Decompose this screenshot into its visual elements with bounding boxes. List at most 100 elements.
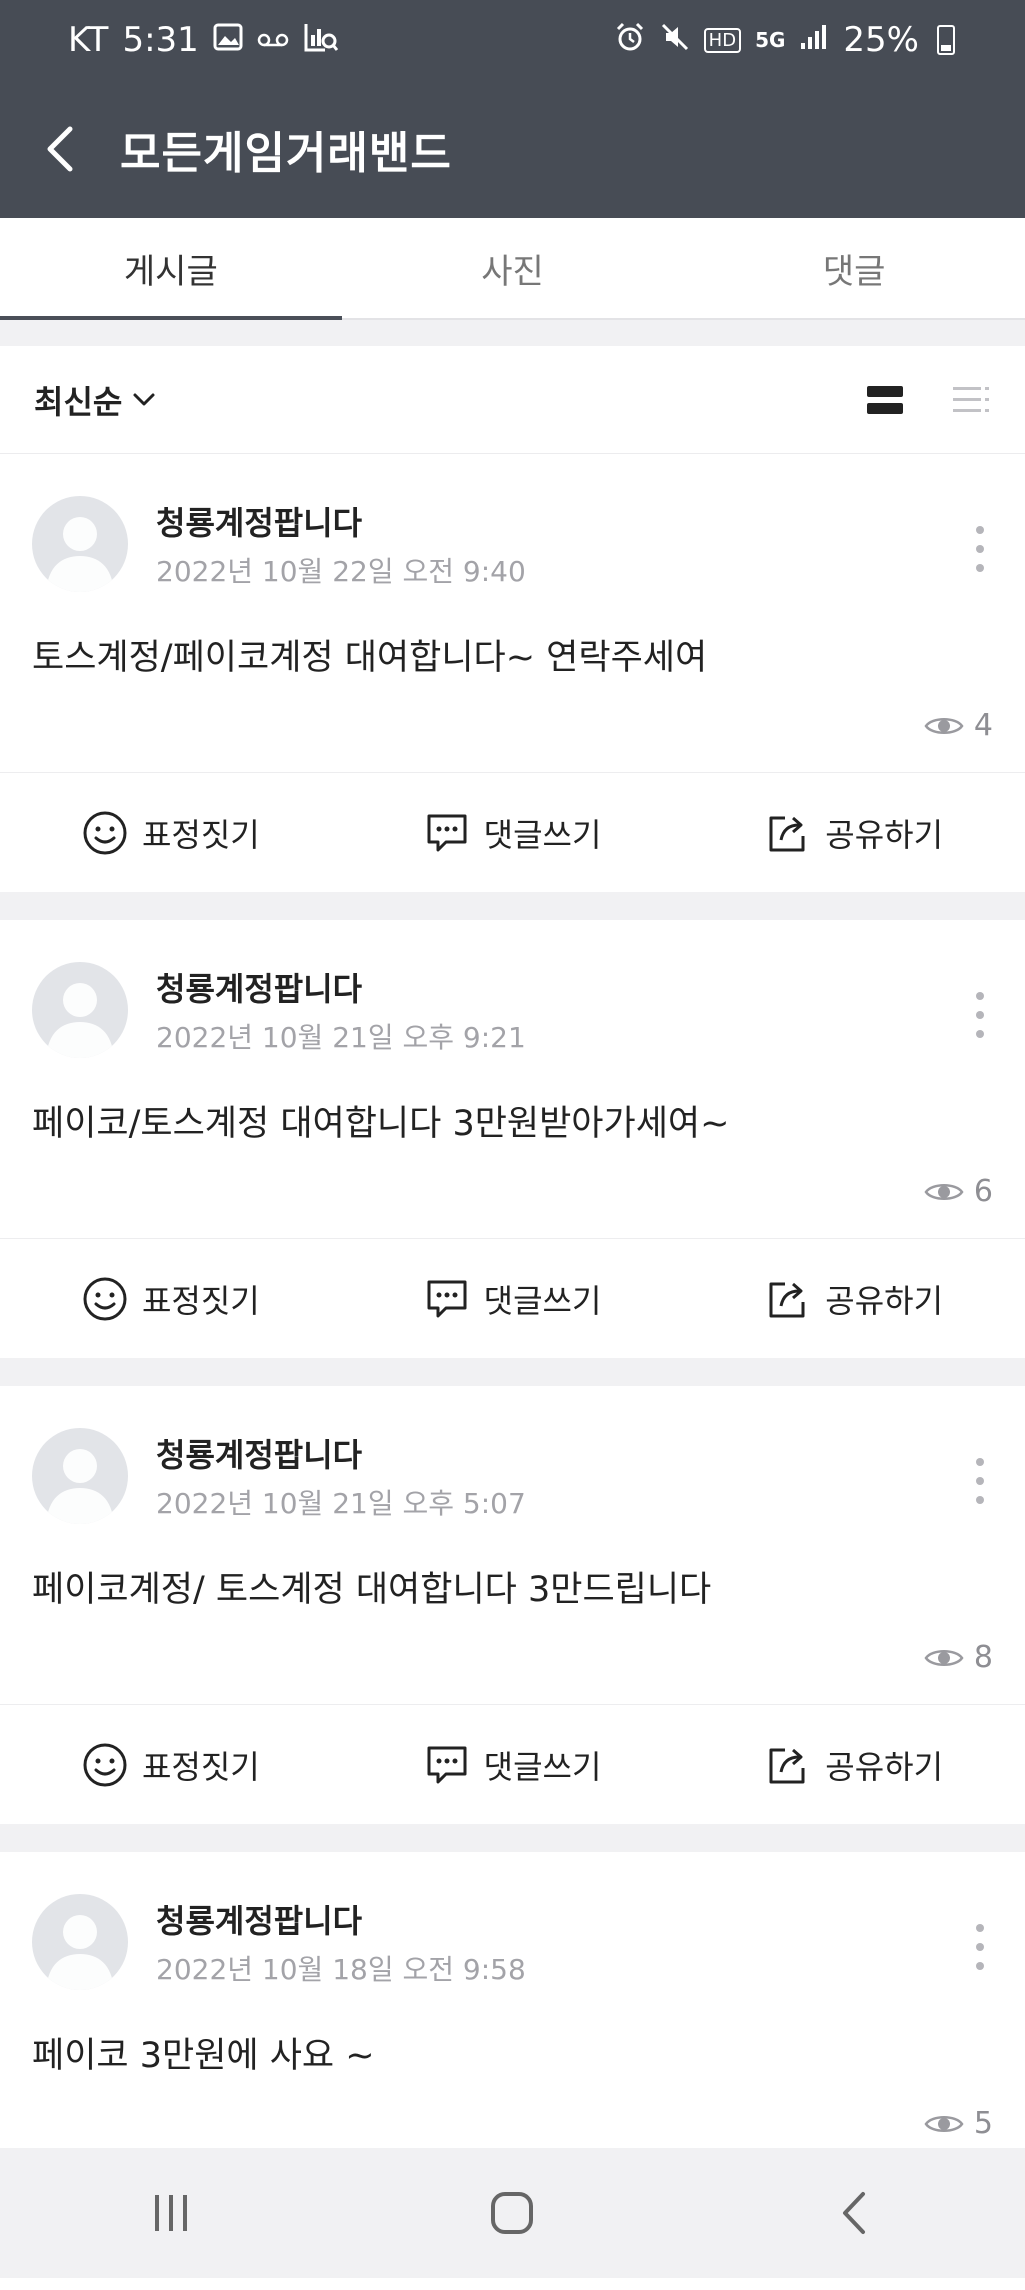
mute-icon bbox=[660, 22, 690, 59]
back-button[interactable] bbox=[0, 80, 120, 218]
more-options-button[interactable] bbox=[965, 992, 995, 1038]
home-button[interactable] bbox=[452, 2163, 572, 2263]
post-actions: 표정짓기 댓글쓰기 공유하기 bbox=[0, 1704, 1025, 1824]
comment-label: 댓글쓰기 bbox=[483, 1281, 602, 1320]
list-view-button[interactable] bbox=[951, 384, 991, 416]
view-count: 4 bbox=[924, 708, 993, 743]
default-profile-icon bbox=[46, 517, 114, 592]
emotion-label: 표정짓기 bbox=[141, 1281, 260, 1320]
eye-icon bbox=[924, 1649, 964, 1666]
card-view-icon bbox=[867, 385, 903, 414]
tab-posts[interactable]: 게시글 bbox=[0, 218, 342, 320]
tab-photos[interactable]: 사진 bbox=[342, 218, 684, 318]
post-date: 2022년 10월 21일 오후 9:21 bbox=[156, 1021, 526, 1054]
avatar[interactable] bbox=[32, 496, 128, 592]
chevron-down-icon bbox=[133, 393, 155, 405]
clock: 5:31 bbox=[122, 20, 199, 60]
eye-icon bbox=[924, 717, 964, 734]
share-button[interactable]: 공유하기 bbox=[683, 1276, 1025, 1322]
gallery-icon bbox=[213, 23, 243, 58]
share-label: 공유하기 bbox=[825, 815, 944, 854]
view-count-value: 5 bbox=[973, 2106, 993, 2141]
battery-percent: 25% bbox=[843, 20, 919, 60]
smiley-icon bbox=[83, 811, 127, 854]
post-date: 2022년 10월 18일 오전 9:58 bbox=[156, 1953, 526, 1986]
post-header: 청룡계정팝니다 2022년 10월 18일 오전 9:58 bbox=[32, 1894, 526, 1990]
author-name[interactable]: 청룡계정팝니다 bbox=[156, 1896, 526, 1942]
author-name[interactable]: 청룡계정팝니다 bbox=[156, 964, 526, 1010]
author-name[interactable]: 청룡계정팝니다 bbox=[156, 498, 526, 544]
view-count: 8 bbox=[924, 1640, 993, 1675]
voicemail-icon bbox=[257, 24, 289, 57]
post-header: 청룡계정팝니다 2022년 10월 22일 오전 9:40 bbox=[32, 496, 526, 592]
carrier-label: KT bbox=[68, 20, 109, 60]
author-name[interactable]: 청룡계정팝니다 bbox=[156, 1430, 526, 1476]
smiley-icon bbox=[83, 1277, 127, 1320]
comment-label: 댓글쓰기 bbox=[483, 1747, 602, 1786]
post-date: 2022년 10월 21일 오후 5:07 bbox=[156, 1487, 526, 1520]
share-icon bbox=[769, 1748, 805, 1783]
smiley-icon bbox=[83, 1743, 127, 1786]
more-options-button[interactable] bbox=[965, 1458, 995, 1504]
avatar[interactable] bbox=[32, 962, 128, 1058]
post-card[interactable]: 청룡계정팝니다 2022년 10월 21일 오후 9:21 페이코/토스계정 대… bbox=[0, 920, 1025, 1358]
post-date: 2022년 10월 22일 오전 9:40 bbox=[156, 555, 526, 588]
post-body[interactable]: 토스계정/페이코계정 대여합니다~ 연락주세여 bbox=[32, 629, 707, 680]
share-label: 공유하기 bbox=[825, 1747, 944, 1786]
post-card[interactable]: 청룡계정팝니다 2022년 10월 22일 오전 9:40 토스계정/페이코계정… bbox=[0, 454, 1025, 892]
home-icon bbox=[491, 2192, 534, 2234]
comment-button[interactable]: 댓글쓰기 bbox=[342, 810, 684, 856]
share-button[interactable]: 공유하기 bbox=[683, 1742, 1025, 1788]
emotion-button[interactable]: 표정짓기 bbox=[0, 1742, 342, 1788]
battery-icon bbox=[937, 25, 955, 55]
post-card[interactable]: 청룡계정팝니다 2022년 10월 21일 오후 5:07 페이코계정/ 토스계… bbox=[0, 1386, 1025, 1824]
comment-label: 댓글쓰기 bbox=[483, 815, 602, 854]
more-options-button[interactable] bbox=[965, 526, 995, 572]
view-count: 5 bbox=[924, 2106, 993, 2141]
view-count: 6 bbox=[924, 1174, 993, 1209]
default-profile-icon bbox=[46, 1449, 114, 1524]
post-actions: 표정짓기 댓글쓰기 공유하기 bbox=[0, 772, 1025, 892]
share-button[interactable]: 공유하기 bbox=[683, 810, 1025, 856]
avatar[interactable] bbox=[32, 1428, 128, 1524]
comment-bubble-icon bbox=[427, 814, 467, 851]
status-left: KT 5:31 bbox=[68, 20, 339, 60]
recent-apps-button[interactable] bbox=[111, 2163, 231, 2263]
sort-label: 최신순 bbox=[34, 382, 123, 421]
list-view-icon bbox=[953, 386, 989, 412]
signal-icon bbox=[799, 23, 829, 58]
5g-icon: 5G bbox=[755, 28, 786, 52]
back-arrow-icon bbox=[47, 126, 73, 172]
tab-comments[interactable]: 댓글 bbox=[683, 218, 1025, 318]
comment-bubble-icon bbox=[427, 1746, 467, 1783]
emotion-button[interactable]: 표정짓기 bbox=[0, 1276, 342, 1322]
sort-dropdown[interactable]: 최신순 bbox=[34, 377, 156, 423]
view-count-value: 8 bbox=[973, 1640, 993, 1675]
post-header: 청룡계정팝니다 2022년 10월 21일 오후 9:21 bbox=[32, 962, 526, 1058]
post-actions: 표정짓기 댓글쓰기 공유하기 bbox=[0, 1238, 1025, 1358]
card-view-button[interactable] bbox=[865, 384, 905, 416]
status-right: HD 5G 25% bbox=[614, 20, 955, 60]
comment-button[interactable]: 댓글쓰기 bbox=[342, 1276, 684, 1322]
sort-bar: 최신순 bbox=[0, 346, 1025, 454]
post-body[interactable]: 페이코계정/ 토스계정 대여합니다 3만드립니다 bbox=[32, 1561, 711, 1612]
back-chevron-icon bbox=[843, 2192, 866, 2234]
avatar[interactable] bbox=[32, 1894, 128, 1990]
app-bar: 모든게임거래밴드 bbox=[0, 80, 1025, 218]
post-body[interactable]: 페이코/토스계정 대여합니다 3만원받아가세여~ bbox=[32, 1095, 729, 1146]
view-count-value: 6 bbox=[973, 1174, 993, 1209]
share-icon bbox=[769, 1282, 805, 1317]
view-toggles bbox=[865, 384, 991, 416]
screenshot-search-icon bbox=[303, 21, 339, 60]
default-profile-icon bbox=[46, 983, 114, 1058]
system-back-button[interactable] bbox=[794, 2163, 914, 2263]
system-nav-bar bbox=[0, 2148, 1025, 2278]
band-title: 모든게임거래밴드 bbox=[120, 128, 452, 179]
emotion-button[interactable]: 표정짓기 bbox=[0, 810, 342, 856]
more-options-button[interactable] bbox=[965, 1924, 995, 1970]
post-body[interactable]: 페이코 3만원에 사요 ~ bbox=[32, 2027, 375, 2078]
eye-icon bbox=[924, 2115, 964, 2132]
comment-button[interactable]: 댓글쓰기 bbox=[342, 1742, 684, 1788]
comment-bubble-icon bbox=[427, 1280, 467, 1317]
share-icon bbox=[769, 816, 805, 851]
